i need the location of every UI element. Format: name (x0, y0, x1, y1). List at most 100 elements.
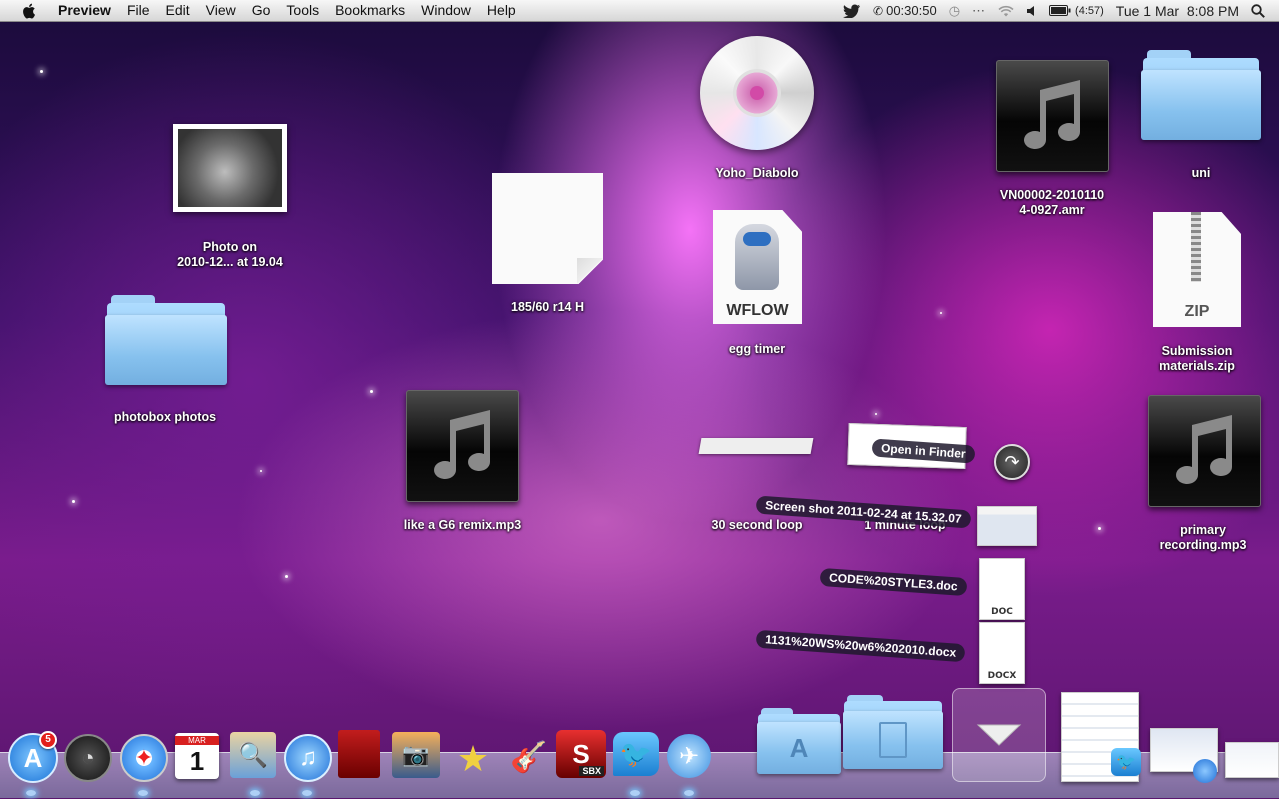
menu-app-name[interactable]: Preview (50, 0, 119, 21)
star (875, 413, 877, 415)
menu-go[interactable]: Go (244, 0, 279, 21)
stack-item-docx[interactable]: DOCX (979, 622, 1025, 684)
running-indicator (138, 790, 148, 796)
dock-sketchbook-icon[interactable]: S SBX (556, 730, 606, 778)
photo-thumbnail (178, 129, 282, 207)
sketchbook-glyph: S (572, 738, 590, 769)
dock-mail-icon[interactable]: ✈ (667, 734, 711, 778)
time-machine-icon[interactable]: ◷ (949, 3, 960, 19)
cd-disc-icon[interactable] (700, 36, 814, 150)
amr-audio-file-icon[interactable] (996, 60, 1109, 172)
loop-30-label: 30 second loop (711, 518, 803, 532)
zip-file-icon[interactable]: ZIP (1153, 212, 1241, 327)
ical-month: MAR (175, 735, 219, 745)
battery-status[interactable]: (4:57) (1049, 5, 1104, 17)
running-indicator (684, 790, 694, 796)
clock[interactable]: Tue 1 Mar 8:08 PM (1116, 3, 1239, 19)
sbx-label: SBX (579, 766, 604, 776)
menu-bookmarks[interactable]: Bookmarks (327, 0, 413, 21)
running-indicator (250, 790, 260, 796)
zip-file-label: Submission materials.zip (1130, 344, 1264, 374)
photobox-folder-icon[interactable] (105, 295, 227, 387)
open-arrow-icon[interactable]: ↷ (994, 444, 1030, 480)
battery-icon (1049, 5, 1071, 16)
dock-garageband-icon[interactable]: 🎸 (504, 732, 554, 782)
zip-label-line1: Submission (1161, 344, 1233, 358)
app-store-glyph: A (23, 742, 43, 773)
note-file-label: 185/60 r14 H (511, 300, 584, 314)
photo-file-icon[interactable] (173, 124, 287, 212)
dock-documents-folder-icon[interactable] (843, 695, 943, 771)
photo-label-line2: 2010-12... at 19.04 (177, 255, 283, 269)
dock-safari-mini-icon[interactable] (1193, 759, 1217, 783)
zipper-icon (1191, 212, 1201, 282)
call-timer[interactable]: ✆ 00:30:50 (873, 3, 937, 18)
docx-type-label: DOCX (987, 671, 1017, 681)
phone-icon: ✆ (873, 3, 884, 18)
bluetooth-dots-icon[interactable]: ⋯ (972, 3, 985, 19)
ical-day: 1 (189, 745, 205, 776)
star (370, 390, 373, 393)
star (285, 575, 288, 578)
apple-menu-icon[interactable] (18, 3, 38, 19)
star (940, 312, 942, 314)
primary-label-line1: primary (1180, 523, 1226, 537)
menu-bar: Preview File Edit View Go Tools Bookmark… (0, 0, 1279, 22)
dock-ical-icon[interactable]: MAR 1 (175, 733, 219, 779)
volume-icon[interactable] (1027, 5, 1037, 17)
mp3-file-label: like a G6 remix.mp3 (403, 518, 522, 532)
uni-folder-icon[interactable] (1141, 50, 1261, 142)
document-glyph-icon (879, 722, 907, 758)
dock-minimized-window-2[interactable] (1225, 742, 1279, 778)
dock-dashboard-icon[interactable]: ◔ (64, 734, 112, 782)
dock-iphoto-icon[interactable]: 📷 (392, 732, 440, 778)
running-indicator (302, 790, 312, 796)
twitter-bird-icon[interactable] (843, 4, 861, 18)
star (72, 500, 75, 503)
dock-preview-icon[interactable]: 🔍 (230, 732, 276, 778)
dock-photo-booth-icon[interactable] (338, 730, 380, 778)
dock-twitter-mini-icon[interactable]: 🐦 (1111, 748, 1141, 776)
dock-twitter-icon[interactable]: 🐦 (613, 732, 659, 776)
dock-applications-folder-icon[interactable]: A (757, 708, 841, 774)
workflow-badge: WFLOW (726, 302, 789, 319)
status-area: ✆ 00:30:50 ◷ ⋯ (4:57) Tue 1 Mar 8:08 PM (843, 0, 1279, 21)
primary-recording-icon[interactable] (1148, 395, 1261, 507)
dock-safari-icon[interactable]: ✦ (120, 734, 168, 782)
stack-item-screenshot[interactable] (977, 506, 1037, 546)
call-timer-text: 00:30:50 (886, 3, 937, 18)
primary-label-line2: recording.mp3 (1159, 538, 1247, 552)
zip-badge: ZIP (1184, 303, 1210, 320)
menu-edit[interactable]: Edit (158, 0, 198, 21)
loop-30-file-icon[interactable] (698, 438, 814, 454)
cd-disc-label: Yoho_Diabolo (715, 166, 799, 180)
amr-file-label: VN00002-2010110 4-0927.amr (985, 188, 1119, 218)
doc-type-label: DOC (991, 607, 1013, 617)
menu-view[interactable]: View (198, 0, 244, 21)
stack-item-label-ws[interactable]: 1131%20WS%20w6%202010.docx (755, 629, 966, 663)
primary-recording-label: primary recording.mp3 (1136, 523, 1270, 553)
workflow-file-label: egg timer (728, 342, 786, 356)
photo-file-label: Photo on 2010-12... at 19.04 (160, 240, 300, 270)
note-file-icon[interactable] (492, 173, 603, 284)
dock-itunes-icon[interactable]: ♫ (284, 734, 332, 782)
spotlight-search-icon[interactable] (1251, 3, 1265, 18)
stack-item-label-code-style[interactable]: CODE%20STYLE3.doc (819, 567, 968, 597)
photobox-folder-label: photobox photos (113, 410, 217, 424)
mp3-file-icon[interactable] (406, 390, 519, 502)
menu-file[interactable]: File (119, 0, 158, 21)
dock-stack-highlight[interactable] (952, 688, 1046, 782)
menu-tools[interactable]: Tools (278, 0, 327, 21)
battery-time: (4:57) (1075, 4, 1104, 17)
menu-window[interactable]: Window (413, 0, 479, 21)
music-note-icon (1023, 80, 1080, 150)
stack-item-doc[interactable]: DOC (979, 558, 1025, 620)
workflow-file-icon[interactable]: WFLOW (713, 210, 802, 324)
uni-folder-label: uni (1191, 166, 1211, 180)
star (1098, 527, 1101, 530)
menu-help[interactable]: Help (479, 0, 524, 21)
amr-label-line2: 4-0927.amr (1019, 203, 1085, 217)
wifi-icon[interactable] (997, 4, 1015, 17)
dock-imovie-icon[interactable]: ★ (448, 734, 498, 784)
stack-arrow-down-icon (976, 724, 1022, 746)
